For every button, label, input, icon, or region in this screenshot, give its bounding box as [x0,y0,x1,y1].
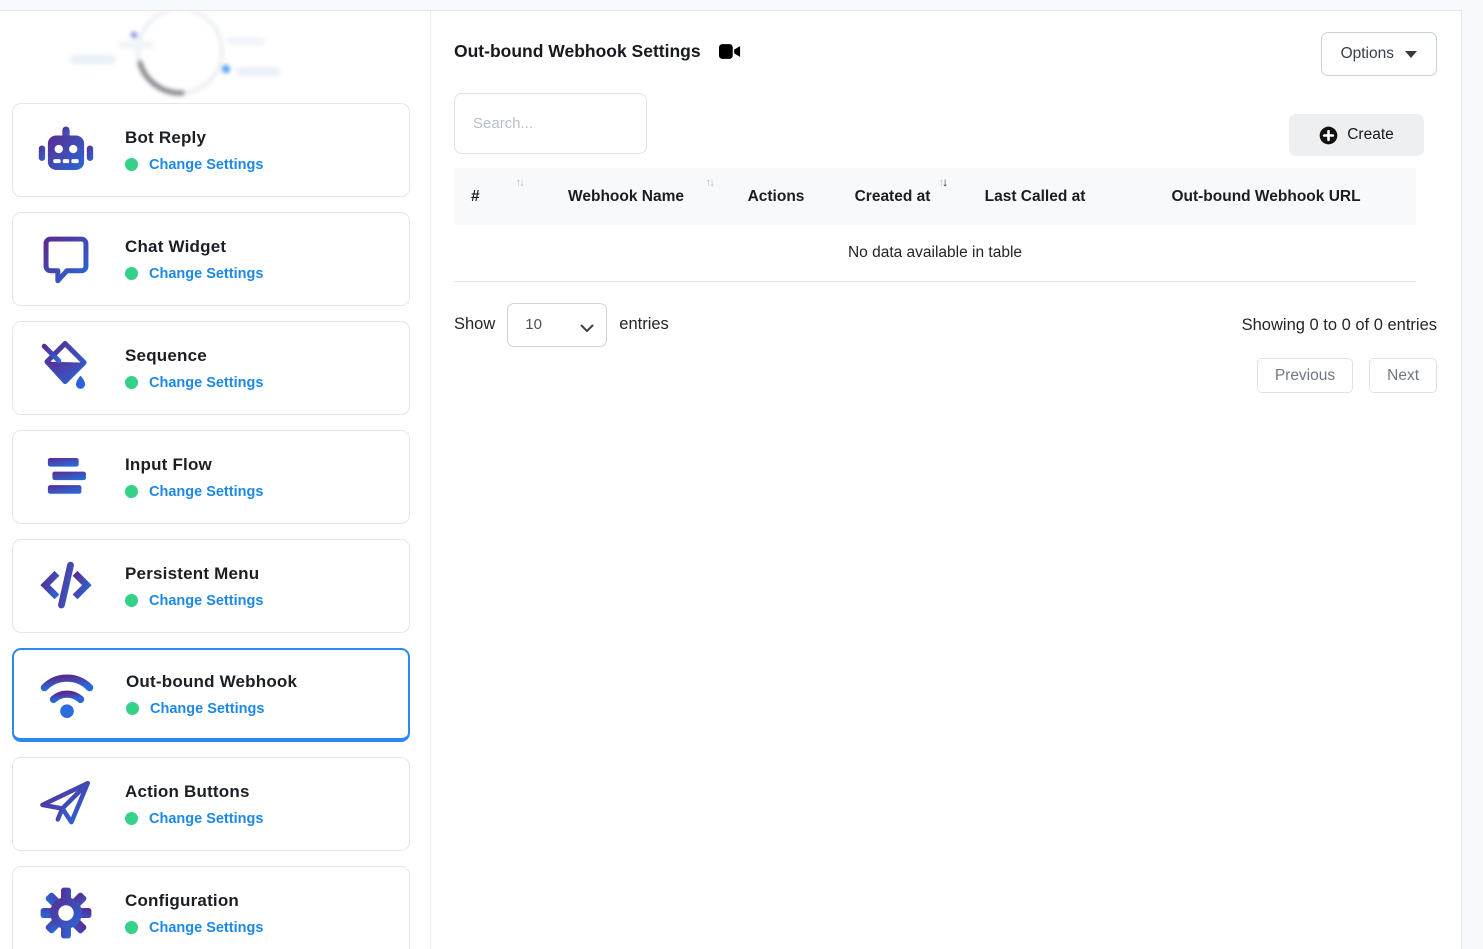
entries-label: entries [619,315,669,334]
sidebar-item-bot-reply[interactable]: Bot Reply Change Settings [12,103,410,197]
page-size-select[interactable]: 10 [507,303,607,347]
sidebar-item-label: Out-bound Webhook [126,672,297,692]
status-dot [126,702,139,715]
sidebar-item-input-flow[interactable]: Input Flow Change Settings [12,430,410,524]
empty-message: No data available in table [454,225,1416,281]
status-dot [125,594,138,607]
chevron-down-icon [1405,51,1417,58]
sidebar-item-persistent-menu[interactable]: Persistent Menu Change Settings [12,539,410,633]
sort-desc-icon[interactable]: ↑↓ [939,177,947,189]
create-button-label: Create [1347,126,1394,144]
next-button[interactable]: Next [1369,358,1437,393]
sidebar-item-label: Input Flow [125,455,263,475]
sort-icon[interactable]: ↑↓ [516,177,524,189]
paint-bucket-icon [35,337,97,399]
column-header-last-called-at: Last Called at [954,168,1116,225]
robot-icon [35,119,97,181]
sidebar: Bot Reply Change Settings Chat Widget [0,11,431,949]
sidebar-item-configuration[interactable]: Configuration Change Settings [12,866,410,949]
video-camera-icon[interactable] [719,43,741,60]
change-settings-link[interactable]: Change Settings [149,593,263,609]
gear-icon [35,882,97,944]
status-dot [125,158,138,171]
column-header-outbound-webhook-url: Out-bound Webhook URL [1116,168,1416,225]
sidebar-item-label: Action Buttons [125,782,263,802]
status-dot [125,812,138,825]
column-header-num[interactable]: # ↑↓ [454,168,531,225]
change-settings-link[interactable]: Change Settings [150,701,264,717]
status-dot [125,267,138,280]
empty-row: No data available in table [454,225,1416,281]
change-settings-link[interactable]: Change Settings [149,157,263,173]
sidebar-item-label: Bot Reply [125,128,263,148]
sidebar-item-action-buttons[interactable]: Action Buttons Change Settings [12,757,410,851]
create-button[interactable]: Create [1289,114,1424,156]
search-input[interactable] [454,93,647,154]
logo-image [0,11,430,103]
sidebar-item-label: Persistent Menu [125,564,263,584]
sidebar-item-out-bound-webhook[interactable]: Out-bound Webhook Change Settings [12,648,410,742]
change-settings-link[interactable]: Change Settings [149,266,263,282]
webhook-table: # ↑↓ Webhook Name ↑↓ Actions Created at … [454,168,1416,282]
options-button[interactable]: Options [1321,32,1437,76]
app-panel: Bot Reply Change Settings Chat Widget [0,10,1462,949]
chat-bubble-icon [35,228,97,290]
column-header-created-at[interactable]: Created at ↑↓ [831,168,954,225]
status-dot [125,376,138,389]
change-settings-link[interactable]: Change Settings [149,484,263,500]
column-header-actions: Actions [721,168,831,225]
change-settings-link[interactable]: Change Settings [149,375,263,391]
code-icon [35,555,97,617]
change-settings-link[interactable]: Change Settings [149,811,263,827]
entries-summary: Showing 0 to 0 of 0 entries [1242,316,1437,335]
column-header-webhook-name[interactable]: Webhook Name ↑↓ [531,168,721,225]
wifi-icon [36,663,98,725]
sidebar-item-sequence[interactable]: Sequence Change Settings [12,321,410,415]
sidebar-item-label: Chat Widget [125,237,263,257]
show-label: Show [454,315,495,334]
change-settings-link[interactable]: Change Settings [149,920,263,936]
previous-button[interactable]: Previous [1257,358,1353,393]
options-button-label: Options [1341,45,1394,63]
main-content: Out-bound Webhook Settings Options Creat… [432,11,1461,949]
sort-icon[interactable]: ↑↓ [706,177,714,189]
plus-circle-icon [1319,126,1338,145]
page-title: Out-bound Webhook Settings [454,41,701,62]
sidebar-item-chat-widget[interactable]: Chat Widget Change Settings [12,212,410,306]
table-header-row: # ↑↓ Webhook Name ↑↓ Actions Created at … [454,168,1416,225]
paper-plane-icon [35,773,97,835]
status-dot [125,921,138,934]
sidebar-item-label: Sequence [125,346,263,366]
bars-icon [35,446,97,508]
sidebar-item-label: Configuration [125,891,263,911]
status-dot [125,485,138,498]
